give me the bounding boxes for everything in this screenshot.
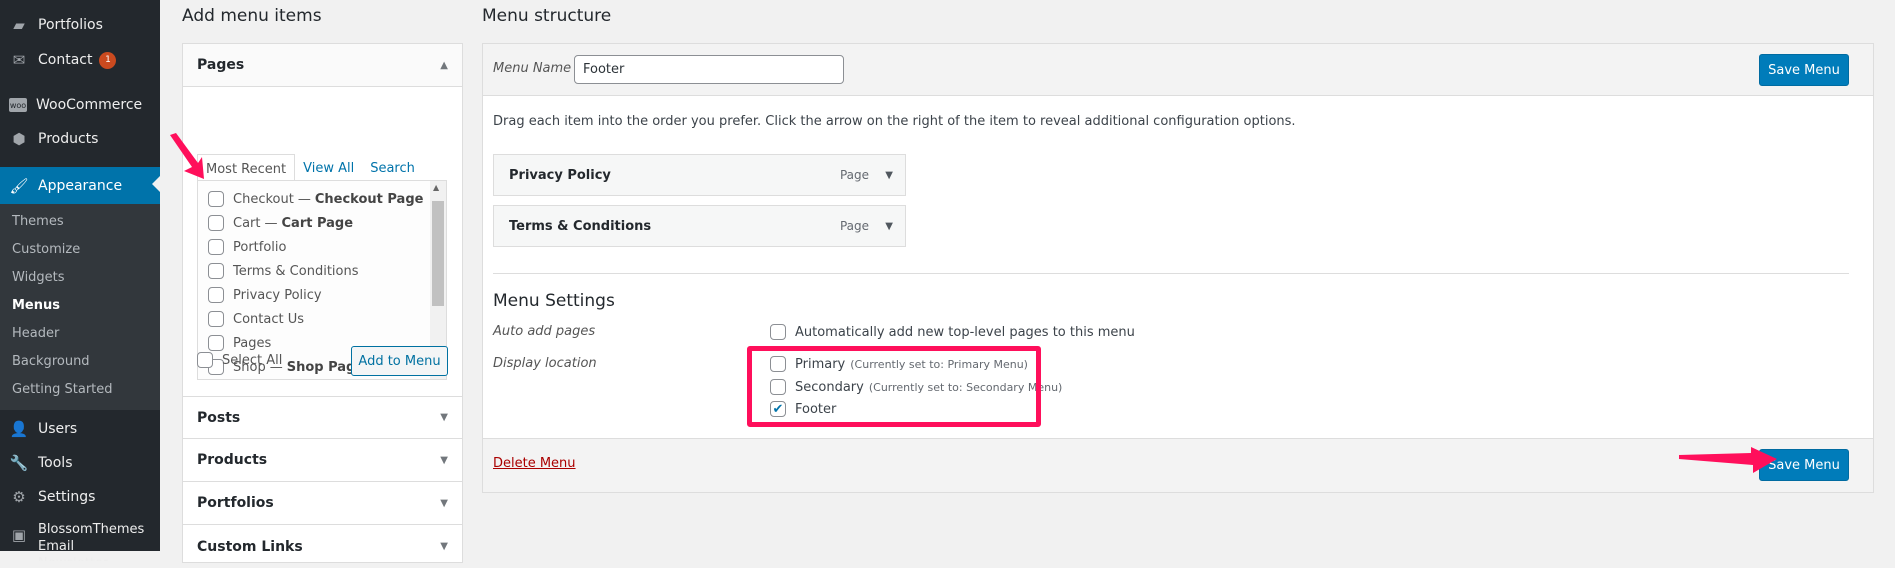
auto-add-checkbox[interactable]: Automatically add new top-level pages to… [770,324,1135,340]
submenu-item-widgets[interactable]: Widgets [12,270,65,285]
admin-sidebar: ▰ Portfolios ✉ Contact 1 woo WooCommerce… [0,0,160,561]
sidebar-item-woocommerce[interactable]: woo WooCommerce [0,88,160,122]
custom-links-section-header[interactable]: Custom Links ▼ [183,525,462,568]
expand-arrow-icon[interactable]: ▼ [440,498,448,509]
page-checklist-item[interactable]: Contact Us [208,311,304,327]
menu-name-input[interactable] [574,55,844,84]
products-icon: ⬢ [12,130,26,148]
checkbox[interactable] [197,352,213,368]
sidebar-item-contact[interactable]: ✉ Contact 1 [0,43,160,77]
page-checklist-item[interactable]: Terms & Conditions [208,263,359,279]
menu-footer-bar: Delete Menu Save Menu [483,438,1873,492]
sidebar-item-tools[interactable]: 🔧 Tools [0,446,160,480]
pages-section-header[interactable]: Pages ▲ [183,44,462,87]
expand-arrow-icon[interactable]: ▼ [440,541,448,552]
submenu-item-themes[interactable]: Themes [12,214,64,229]
expand-arrow-icon[interactable]: ▼ [440,412,448,423]
products-section-header[interactable]: Products ▼ [183,439,462,482]
select-all-checkbox[interactable]: Select All [197,352,282,368]
add-items-panel: Pages ▲ Most Recent View All Search Chec… [182,43,463,563]
sidebar-item-products[interactable]: ⬢ Products [0,122,160,156]
add-to-menu-button[interactable]: Add to Menu [351,346,448,376]
active-indicator [152,176,160,192]
display-location-label: Display location [493,356,597,371]
mail-icon: ✉ [12,51,26,69]
menu-name-label: Menu Name [493,61,572,76]
paintbrush-icon: 🖌 [9,176,29,195]
menu-header-bar: Menu Name Save Menu [483,44,1873,96]
checkbox[interactable] [208,287,224,303]
sidebar-item-users[interactable]: 👤 Users [0,412,160,446]
submenu-item-header[interactable]: Header [12,326,59,341]
page-checklist-item[interactable]: Privacy Policy [208,287,322,303]
appearance-submenu: Themes Customize Widgets Menus Header Ba… [0,204,160,410]
sidebar-item-portfolios[interactable]: ▰ Portfolios [0,8,160,42]
checkbox[interactable] [208,335,224,351]
checkbox[interactable] [208,239,224,255]
annotation-arrow-icon [170,133,204,179]
menu-settings-title: Menu Settings [493,291,615,311]
menu-structure-title: Menu structure [482,6,612,26]
submenu-item-customize[interactable]: Customize [12,242,80,257]
checkbox[interactable] [208,215,224,231]
checkbox[interactable] [208,263,224,279]
menu-item-terms-conditions[interactable]: Terms & Conditions Page ▼ [493,205,906,247]
divider [493,273,1849,274]
newsletter-icon: ▣ [11,526,27,544]
checkbox[interactable] [208,191,224,207]
checkbox[interactable] [208,311,224,327]
annotation-arrow-icon [1679,447,1777,473]
menu-edit-panel: Menu Name Save Menu Drag each item into … [482,43,1874,493]
add-menu-items-title: Add menu items [182,6,322,26]
scroll-up-icon[interactable]: ▲ [433,183,439,192]
page-checklist-item[interactable]: Cart — Cart Page [208,215,353,231]
expand-arrow-icon[interactable]: ▼ [440,455,448,466]
save-menu-button-top[interactable]: Save Menu [1759,54,1849,86]
submenu-item-menus[interactable]: Menus [12,298,60,313]
portfolios-section-header[interactable]: Portfolios ▼ [183,482,462,525]
expand-arrow-icon[interactable]: ▼ [885,170,893,181]
wrench-icon: 🔧 [9,454,29,472]
submenu-item-background[interactable]: Background [12,354,90,369]
woocommerce-icon: woo [9,98,27,112]
auto-add-label: Auto add pages [493,324,596,339]
posts-section-header[interactable]: Posts ▼ [183,396,462,439]
annotation-highlight-box [747,346,1041,427]
scrollbar-thumb[interactable] [432,201,444,306]
expand-arrow-icon[interactable]: ▼ [885,221,893,232]
settings-icon: ⚙ [12,488,26,506]
instructions-text: Drag each item into the order you prefer… [493,114,1296,129]
menu-item-privacy-policy[interactable]: Privacy Policy Page ▼ [493,154,906,196]
notification-badge: 1 [99,51,117,69]
collapse-arrow-icon[interactable]: ▲ [440,60,448,71]
checkbox[interactable] [770,324,786,340]
sidebar-item-settings[interactable]: ⚙ Settings [0,480,160,514]
sidebar-item-newsletter[interactable]: ▣ BlossomThemes Email Newsletter [0,521,160,561]
users-icon: 👤 [9,420,29,438]
delete-menu-link[interactable]: Delete Menu [493,456,576,471]
page-checklist-item[interactable]: Pages [208,335,271,351]
page-checklist-item[interactable]: Portfolio [208,239,286,255]
portfolio-icon: ▰ [13,16,25,34]
submenu-item-getting-started[interactable]: Getting Started [12,382,113,397]
page-checklist-item[interactable]: Checkout — Checkout Page [208,191,423,207]
sidebar-item-appearance[interactable]: 🖌 Appearance [0,167,160,204]
